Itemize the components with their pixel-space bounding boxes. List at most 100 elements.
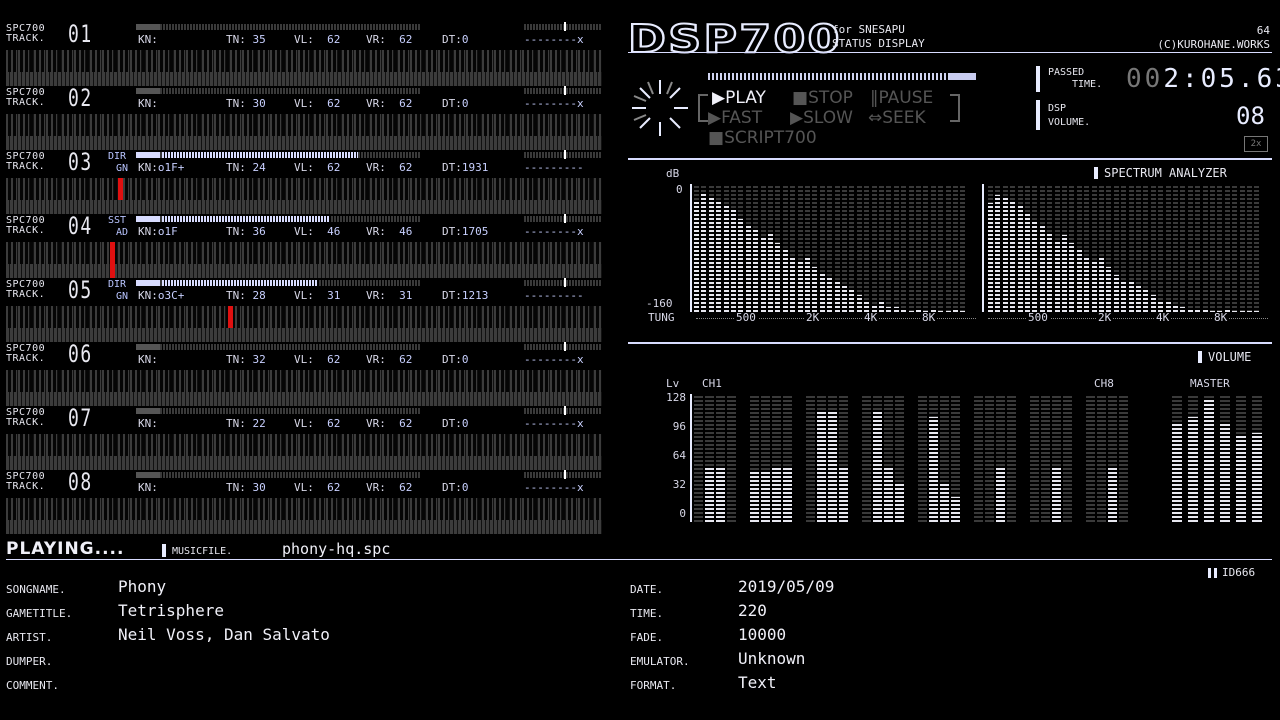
volume-label: VOLUME. <box>1048 117 1091 128</box>
track-dt-value: 0 <box>461 481 469 494</box>
spectrum-bar <box>1150 295 1156 312</box>
volume-divider <box>628 342 1272 344</box>
musicfile-label: MUSICFILE. <box>172 546 233 557</box>
stop-icon: ■ <box>792 88 809 108</box>
volume-bar <box>705 466 714 522</box>
track-dt-value: 0 <box>461 417 469 430</box>
track-vl-value: 62 <box>327 353 341 366</box>
seek-bar[interactable] <box>708 73 976 80</box>
spectrum-tick-label: 500 <box>1026 311 1050 324</box>
track-pan-meter <box>524 214 602 223</box>
spectrum-tune-label: TUNG <box>648 311 675 324</box>
track-vr-value: 62 <box>399 33 413 46</box>
fade-label: FADE. <box>630 631 664 644</box>
volume-tick-label: 128 <box>666 391 686 404</box>
track-prefix: SPC700 TRACK. <box>6 343 46 364</box>
master-bar <box>1172 423 1182 522</box>
track-prefix: SPC700 TRACK. <box>6 279 46 300</box>
spectrum-top-tick: 0 <box>676 183 683 196</box>
spectrum-bar-bg <box>1150 184 1156 312</box>
track-mode-1: DIR <box>108 151 127 162</box>
spectrum-bar <box>701 194 707 312</box>
spectrum-bar-bg <box>901 184 907 312</box>
track-level-meter <box>136 344 421 350</box>
date-label: DATE. <box>630 583 664 596</box>
spectrum-bar <box>856 295 862 312</box>
volume-mode-badge[interactable]: 2x <box>1244 136 1268 152</box>
spectrum-bar-bg <box>1232 184 1238 312</box>
track-4[interactable]: SPC700 TRACK. 04 SST AD KN:o1F TN: 36 VL:… <box>6 214 602 282</box>
spectrum-bar <box>760 238 766 312</box>
spectrum-bar <box>790 257 796 312</box>
track-pan-meter <box>524 342 602 351</box>
time-label: TIME. <box>1072 79 1103 90</box>
subtitle-status-display: STATUS DISPLAY <box>832 37 925 50</box>
spectrum-bar-bg <box>864 184 870 312</box>
spectrum-bar-bg <box>1173 184 1178 312</box>
volume-bar <box>783 466 792 522</box>
track-keyboard <box>6 370 602 406</box>
script700-button[interactable]: ■SCRIPT700 <box>708 129 817 147</box>
track-vl-value: 62 <box>327 97 341 110</box>
spectrum-bar-bg <box>938 184 944 312</box>
track-number: 02 <box>68 84 93 112</box>
track-number: 06 <box>68 340 93 368</box>
track-3[interactable]: SPC700 TRACK. 03 DIR GN KN:o1F+ TN: 24 VL… <box>6 150 602 218</box>
time-info-label: TIME. <box>630 607 664 620</box>
songname-value: Phony <box>118 577 167 596</box>
track-vr-value: 62 <box>399 417 413 430</box>
spectrum-bar-bg <box>1254 184 1260 312</box>
fast-button[interactable]: ▶FAST <box>708 109 762 127</box>
volume-ch8-label: CH8 <box>1094 377 1114 390</box>
spectrum-tick-label: 4K <box>862 311 880 324</box>
play-button[interactable]: ▶PLAY <box>712 89 766 107</box>
volume-bar-bg <box>1030 394 1039 522</box>
seek-button[interactable]: ⇔SEEK <box>868 109 926 127</box>
track-tn-value: 30 <box>252 97 266 110</box>
track-prefix: SPC700 TRACK. <box>6 407 46 428</box>
spectrum-bar <box>805 257 810 312</box>
pause-button[interactable]: ‖PAUSE <box>870 89 933 107</box>
master-bar <box>1188 417 1198 522</box>
track-keyboard <box>6 114 602 150</box>
spectrum-bar <box>753 230 759 312</box>
spectrum-axis-right <box>982 184 984 312</box>
track-header: SPC700 TRACK. 07 KN: TN: 22 VL: 62 VR: 62… <box>6 406 602 432</box>
spectrum-bar <box>731 210 736 312</box>
spectrum-tick-label: 500 <box>734 311 758 324</box>
track-7[interactable]: SPC700 TRACK. 07 KN: TN: 22 VL: 62 VR: 62… <box>6 406 602 474</box>
spectrum-bar <box>1062 235 1067 312</box>
track-fields: KN: <box>138 97 158 110</box>
track-vr-value: 46 <box>399 225 413 238</box>
spectrum-frequency-axis: 500 2K 4K 8K 500 2K 4K 8K <box>690 312 1272 326</box>
track-vl-value: 62 <box>327 33 341 46</box>
spectrum-bar <box>1076 250 1082 312</box>
spectrum-title: SPECTRUM ANALYZER <box>1104 166 1227 180</box>
pause-label: PAUSE <box>878 88 934 108</box>
track-8[interactable]: SPC700 TRACK. 08 KN: TN: 30 VL: 62 VR: 62… <box>6 470 602 538</box>
spectrum-tick-label: 2K <box>1096 311 1114 324</box>
volume-bar <box>761 470 770 522</box>
spectrum-bar-bg <box>1210 184 1215 312</box>
track-fields: KN: <box>138 481 158 494</box>
spectrum-bar-bg <box>916 184 921 312</box>
stop-button[interactable]: ■STOP <box>792 89 853 107</box>
track-6[interactable]: SPC700 TRACK. 06 KN: TN: 32 VL: 62 VR: 62… <box>6 342 602 410</box>
track-fields: KN:o1F+ <box>138 161 185 174</box>
slow-button[interactable]: ▶SLOW <box>790 109 853 127</box>
musicfile-marker <box>162 544 166 557</box>
master-bar <box>1220 423 1230 522</box>
passed-label: PASSED <box>1048 67 1085 78</box>
track-pan-meter <box>524 470 602 479</box>
spectrum-bar <box>1143 290 1149 312</box>
time-dim-digits: 00 <box>1126 64 1164 94</box>
dsp-marker <box>1036 100 1040 130</box>
track-5[interactable]: SPC700 TRACK. 05 DIR GN KN:o3C+ TN: 28 VL… <box>6 278 602 346</box>
spectrum-bar <box>1054 240 1060 312</box>
spectrum-bar <box>768 233 773 312</box>
track-level-meter <box>136 88 421 94</box>
track-2[interactable]: SPC700 TRACK. 02 KN: TN: 30 VL: 62 VR: 62… <box>6 86 602 154</box>
volume-bar <box>895 482 904 522</box>
track-1[interactable]: SPC700 TRACK. 01 KN: TN: 35 VL: 62 VR: 62… <box>6 22 602 90</box>
play-label: PLAY <box>725 88 766 108</box>
